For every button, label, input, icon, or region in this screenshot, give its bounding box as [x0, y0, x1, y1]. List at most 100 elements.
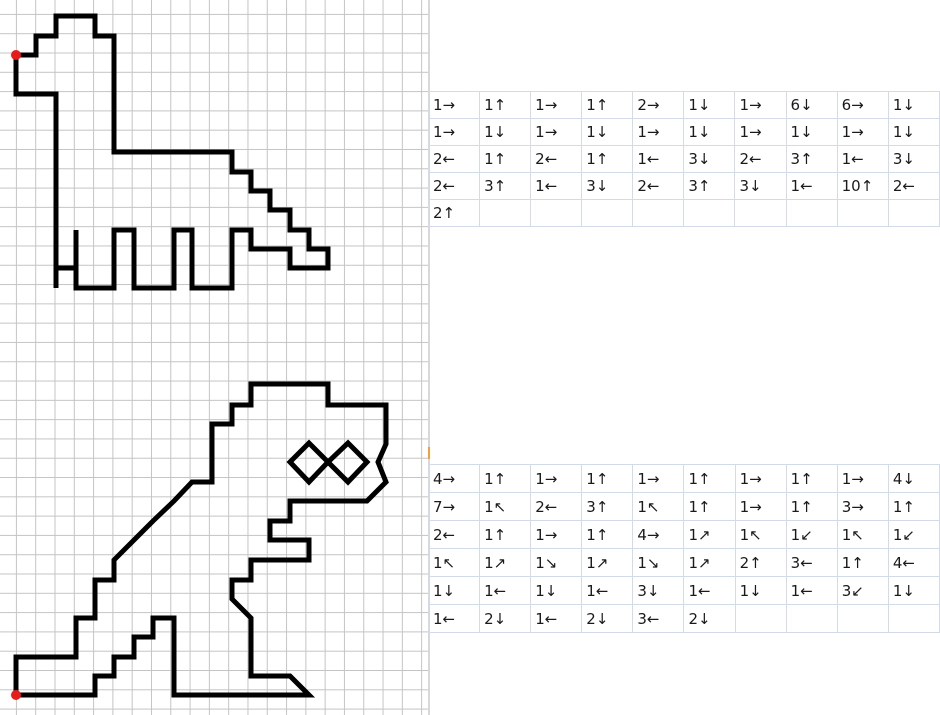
instruction-cell[interactable]: 1↙ — [887, 520, 940, 549]
instruction-cell[interactable]: 2↓ — [581, 604, 634, 633]
instruction-cell[interactable]: 7→ — [427, 492, 481, 521]
instruction-cell[interactable]: 1↖ — [427, 548, 481, 577]
instruction-cell[interactable]: 1→ — [836, 464, 889, 493]
instruction-cell[interactable]: 1↘ — [632, 548, 685, 577]
instruction-cell[interactable]: 3↓ — [581, 172, 634, 200]
instruction-cell[interactable]: 2← — [427, 145, 481, 173]
instruction-cell[interactable]: 1↖ — [836, 520, 889, 549]
instruction-cell[interactable] — [734, 604, 787, 633]
instruction-cell[interactable]: 1↓ — [683, 91, 736, 119]
instruction-cell[interactable]: 2↑ — [734, 548, 787, 577]
instruction-cell[interactable]: 6→ — [836, 91, 889, 119]
instruction-cell[interactable]: 1↑ — [785, 492, 838, 521]
instruction-cell[interactable]: 6↓ — [785, 91, 838, 119]
instruction-cell[interactable]: 1↖ — [734, 520, 787, 549]
instruction-cell[interactable]: 1→ — [530, 464, 583, 493]
instruction-cell[interactable]: 1↓ — [887, 576, 940, 605]
instruction-cell[interactable]: 1↑ — [581, 520, 634, 549]
instruction-cell[interactable]: 1↑ — [581, 145, 634, 173]
instruction-cell[interactable]: 1↓ — [530, 576, 583, 605]
instruction-cell[interactable] — [836, 199, 889, 227]
instruction-cell[interactable]: 3→ — [836, 492, 889, 521]
instruction-cell[interactable]: 2← — [427, 520, 481, 549]
instruction-cell[interactable] — [683, 199, 736, 227]
instruction-cell[interactable]: 4→ — [427, 464, 481, 493]
instruction-cell[interactable]: 3↑ — [683, 172, 736, 200]
instruction-cell[interactable]: 4← — [887, 548, 940, 577]
instruction-cell[interactable] — [734, 199, 787, 227]
instruction-cell[interactable] — [785, 199, 838, 227]
instruction-cell[interactable]: 3↓ — [734, 172, 787, 200]
instruction-cell[interactable]: 1↓ — [785, 118, 838, 146]
instruction-cell[interactable] — [887, 604, 940, 633]
instruction-cell[interactable]: 3← — [632, 604, 685, 633]
instruction-cell[interactable]: 1↑ — [479, 520, 532, 549]
instruction-cell[interactable]: 1← — [836, 145, 889, 173]
instruction-cell[interactable]: 1→ — [836, 118, 889, 146]
instruction-cell[interactable]: 1↑ — [581, 91, 634, 119]
instruction-cell[interactable]: 2← — [530, 492, 583, 521]
instruction-cell[interactable]: 2← — [887, 172, 940, 200]
instruction-cell[interactable]: 1↖ — [632, 492, 685, 521]
instruction-cell[interactable]: 1← — [479, 576, 532, 605]
instruction-cell[interactable]: 2↓ — [479, 604, 532, 633]
instruction-cell[interactable]: 1→ — [427, 91, 481, 119]
instruction-cell[interactable]: 1↑ — [683, 464, 736, 493]
instruction-cell[interactable]: 1→ — [530, 118, 583, 146]
instruction-cell[interactable]: 1↗ — [479, 548, 532, 577]
instruction-cell[interactable]: 1↖ — [479, 492, 532, 521]
instruction-cell[interactable]: 4↓ — [887, 464, 940, 493]
instruction-cell[interactable]: 1← — [581, 576, 634, 605]
instruction-cell[interactable]: 1→ — [632, 464, 685, 493]
instruction-cell[interactable]: 2← — [427, 172, 481, 200]
instruction-cell[interactable]: 1→ — [530, 520, 583, 549]
instruction-cell[interactable]: 1↓ — [683, 118, 736, 146]
instruction-cell[interactable]: 1← — [785, 172, 838, 200]
instruction-cell[interactable] — [887, 199, 940, 227]
instruction-cell[interactable]: 1← — [632, 145, 685, 173]
instruction-cell[interactable]: 3↓ — [887, 145, 940, 173]
instruction-cell[interactable]: 2← — [530, 145, 583, 173]
instruction-cell[interactable] — [632, 199, 685, 227]
instruction-cell[interactable]: 1→ — [734, 464, 787, 493]
instruction-cell[interactable]: 1→ — [530, 91, 583, 119]
instruction-cell[interactable] — [836, 604, 889, 633]
instruction-cell[interactable]: 3← — [785, 548, 838, 577]
instruction-cell[interactable]: 3↙ — [836, 576, 889, 605]
instruction-cell[interactable]: 1↑ — [683, 492, 736, 521]
instruction-cell[interactable]: 1↙ — [785, 520, 838, 549]
instruction-cell[interactable]: 2→ — [632, 91, 685, 119]
instruction-cell[interactable]: 1↑ — [479, 464, 532, 493]
instruction-cell[interactable]: 3↑ — [479, 172, 532, 200]
instruction-cell[interactable]: 1→ — [427, 118, 481, 146]
instruction-cell[interactable]: 1↓ — [479, 118, 532, 146]
instruction-cell[interactable]: 2← — [734, 145, 787, 173]
instruction-cell[interactable] — [530, 199, 583, 227]
instruction-cell[interactable]: 1↗ — [683, 520, 736, 549]
instruction-cell[interactable]: 4→ — [632, 520, 685, 549]
instruction-cell[interactable] — [581, 199, 634, 227]
instruction-cell[interactable]: 1↑ — [581, 464, 634, 493]
instruction-cell[interactable]: 1↗ — [581, 548, 634, 577]
instruction-cell[interactable]: 1← — [785, 576, 838, 605]
instruction-cell[interactable]: 10↑ — [836, 172, 889, 200]
instruction-cell[interactable]: 1↘ — [530, 548, 583, 577]
instruction-cell[interactable]: 1→ — [734, 91, 787, 119]
instruction-cell[interactable] — [785, 604, 838, 633]
instruction-cell[interactable]: 1→ — [632, 118, 685, 146]
instruction-cell[interactable]: 1↑ — [836, 548, 889, 577]
instruction-cell[interactable]: 1← — [530, 604, 583, 633]
instruction-cell[interactable]: 1↗ — [683, 548, 736, 577]
instruction-cell[interactable]: 1↓ — [581, 118, 634, 146]
instruction-cell[interactable]: 3↓ — [632, 576, 685, 605]
instruction-cell[interactable]: 1↓ — [427, 576, 481, 605]
instruction-cell[interactable]: 1← — [530, 172, 583, 200]
instruction-cell[interactable]: 1← — [427, 604, 481, 633]
instruction-cell[interactable]: 1↑ — [479, 145, 532, 173]
instruction-cell[interactable]: 1↓ — [887, 118, 940, 146]
instruction-cell[interactable]: 1↑ — [785, 464, 838, 493]
instruction-cell[interactable]: 2← — [632, 172, 685, 200]
instruction-cell[interactable]: 1← — [683, 576, 736, 605]
instruction-cell[interactable]: 1↓ — [734, 576, 787, 605]
instruction-cell[interactable]: 1→ — [734, 118, 787, 146]
